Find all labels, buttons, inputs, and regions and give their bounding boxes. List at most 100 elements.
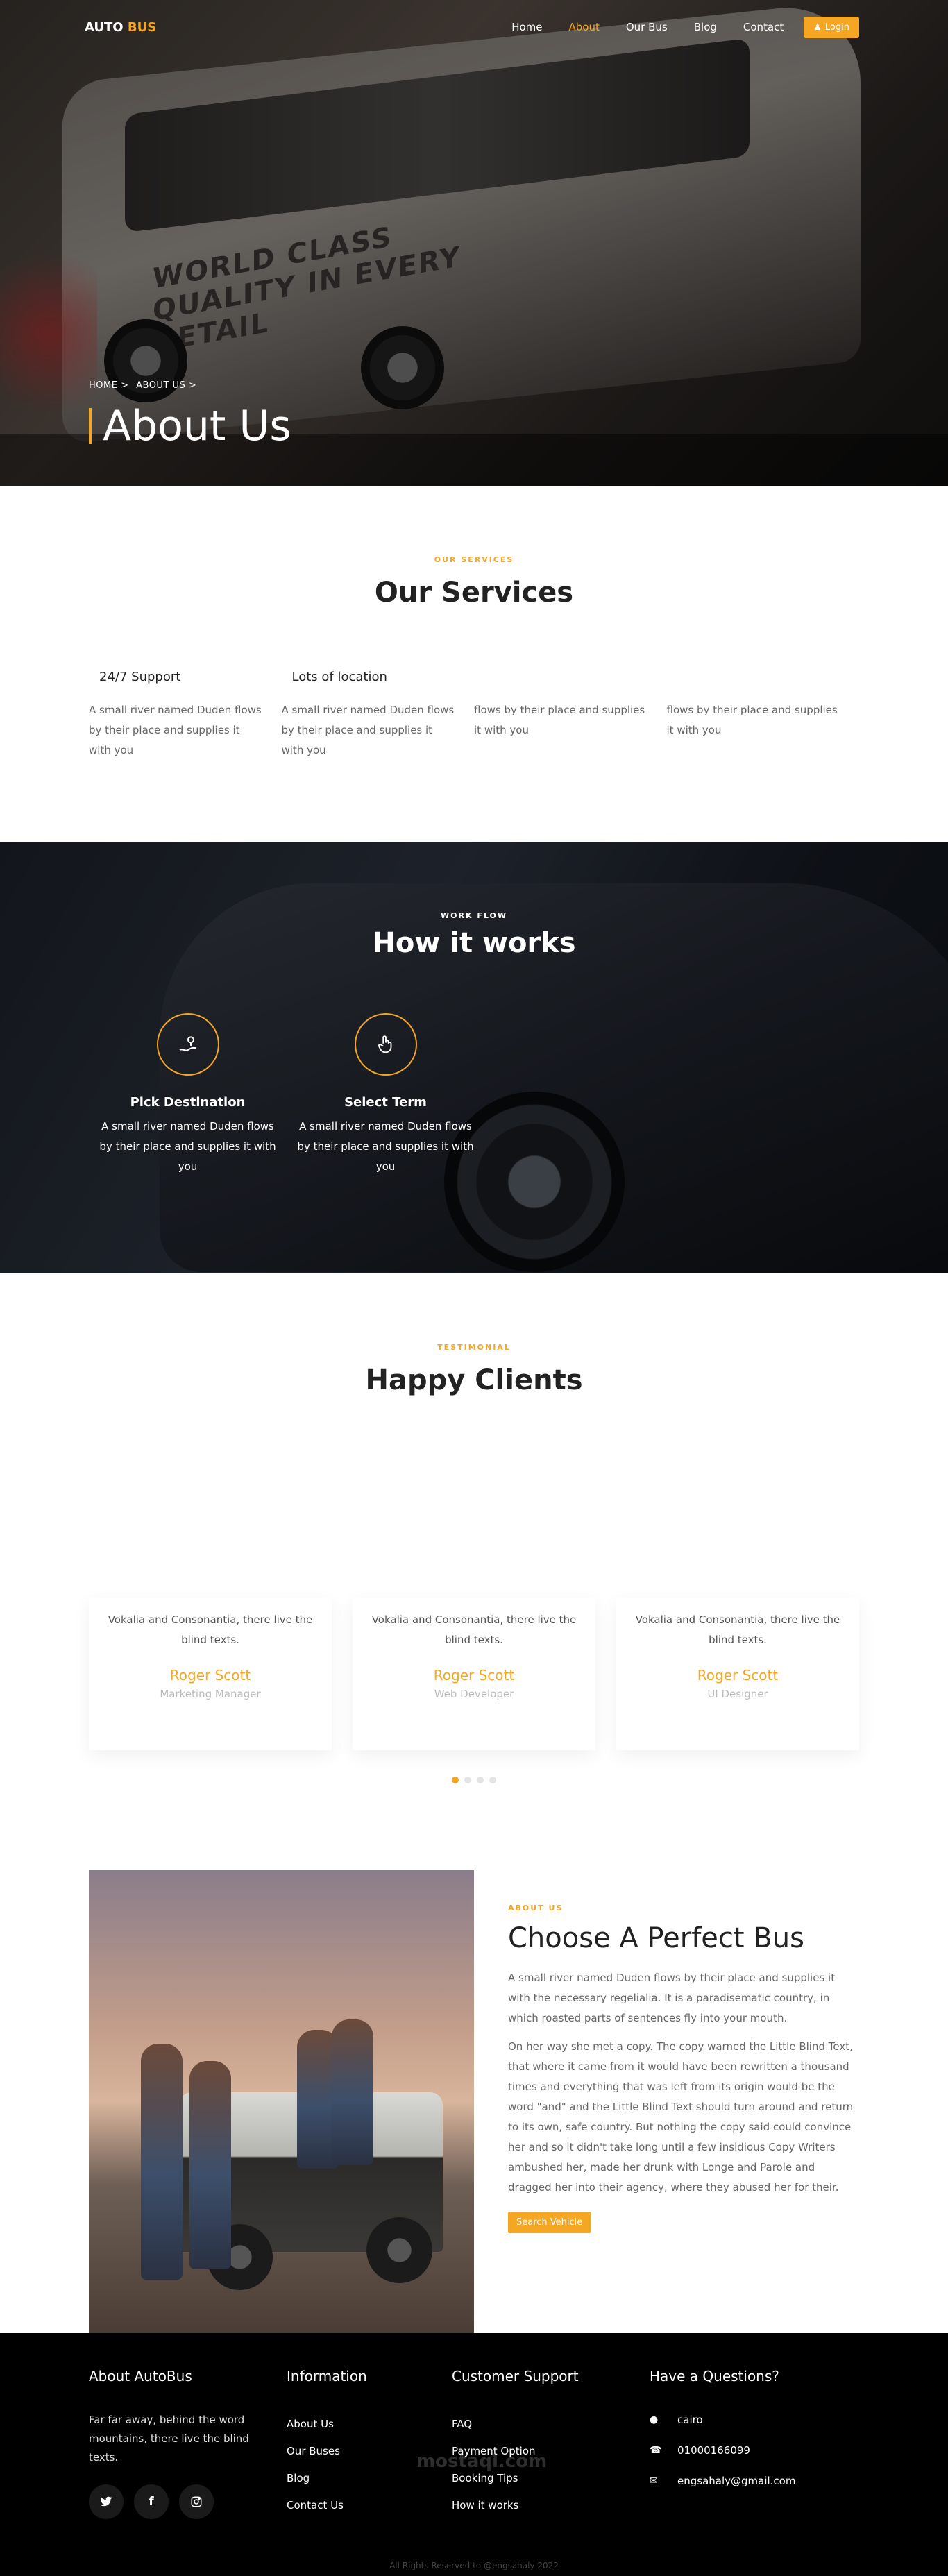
twitter-icon[interactable] xyxy=(89,2484,124,2519)
service-text: flows by their place and supplies it wit… xyxy=(666,704,838,736)
step-text: A small river named Duden flows by their… xyxy=(297,1120,474,1173)
nav-contact[interactable]: Contact xyxy=(730,21,797,33)
step-item: Pick Destination A small river named Dud… xyxy=(89,1013,287,1177)
footer-email[interactable]: ✉ engsahaly@gmail.com xyxy=(650,2475,847,2487)
about-paragraph: A small river named Duden flows by their… xyxy=(508,1972,836,2024)
testimonial-name: Roger Scott xyxy=(433,1667,515,1684)
footer-link-blog[interactable]: Blog xyxy=(287,2472,452,2484)
footer-phone[interactable]: ☎ 01000166099 xyxy=(650,2444,847,2457)
jeep-tire xyxy=(366,2217,432,2283)
service-title xyxy=(667,670,843,690)
works-heading: How it works xyxy=(372,927,576,959)
social-links: f xyxy=(89,2484,287,2519)
footer: About AutoBus Far far away, behind the w… xyxy=(0,2333,948,2576)
hand-pointer-icon xyxy=(354,1013,417,1076)
works-subheading: WORK FLOW xyxy=(441,911,507,920)
service-title: Lots of location xyxy=(291,670,387,684)
testimonial-role: Marketing Manager xyxy=(160,1688,261,1700)
hero-text: HOME > ABOUT US > About Us xyxy=(89,380,291,450)
carousel-dot[interactable] xyxy=(489,1777,496,1783)
testimonial-card: Vokalia and Consonantia, there live the … xyxy=(616,1598,859,1750)
footer-link-how[interactable]: How it works xyxy=(452,2499,650,2511)
testimonial-name: Roger Scott xyxy=(169,1667,251,1684)
service-item: flows by their place and supplies it wit… xyxy=(667,670,860,761)
user-icon: ♟ xyxy=(813,22,822,33)
footer-about: About AutoBus Far far away, behind the w… xyxy=(89,2368,287,2526)
login-label: Login xyxy=(824,22,849,33)
main-menu: Home About Our Bus Blog Contact ♟ Login xyxy=(498,16,859,38)
nav-home[interactable]: Home xyxy=(498,21,555,33)
hero-section: WORLD CLASS QUALITY IN EVERY DETAIL AUTO… xyxy=(0,0,948,486)
footer-about-text: Far far away, behind the word mountains,… xyxy=(89,2414,249,2464)
testimonial-text: Vokalia and Consonantia, there live the … xyxy=(635,1613,840,1646)
step-title: Select Term xyxy=(344,1095,427,1110)
service-item: Lots of location A small river named Dud… xyxy=(282,670,475,761)
testimonials-section: TESTIMONIAL Happy Clients Vokalia and Co… xyxy=(0,1273,948,1832)
service-text: flows by their place and supplies it wit… xyxy=(474,704,645,736)
services-subheading: OUR SERVICES xyxy=(434,555,514,564)
about-paragraph: On her way she met a copy. The copy warn… xyxy=(508,2040,854,2194)
service-text: A small river named Duden flows by their… xyxy=(89,704,262,756)
service-item: flows by their place and supplies it wit… xyxy=(474,670,667,761)
footer-link-contact[interactable]: Contact Us xyxy=(287,2499,452,2511)
instagram-icon[interactable] xyxy=(179,2484,214,2519)
footer-address: ● cairo xyxy=(650,2414,847,2426)
footer-contact-title: Have a Questions? xyxy=(650,2368,779,2384)
logo-main: AUTO xyxy=(85,19,124,35)
footer-link-booking[interactable]: Booking Tips xyxy=(452,2472,650,2484)
person-figure xyxy=(141,2044,183,2280)
testimonial-text: Vokalia and Consonantia, there live the … xyxy=(108,1613,313,1646)
title-accent-bar xyxy=(89,408,92,444)
footer-support-title: Customer Support xyxy=(452,2368,579,2384)
nav-our-bus[interactable]: Our Bus xyxy=(613,21,681,33)
how-it-works-section: WORK FLOW How it works Pick Destination … xyxy=(0,842,948,1273)
copyright: All Rights Reserved to @engsahaly 2022 xyxy=(389,2561,559,2570)
testimonials-heading: Happy Clients xyxy=(365,1364,583,1396)
carousel-dot[interactable] xyxy=(452,1777,459,1783)
nav-about[interactable]: About xyxy=(556,21,613,33)
testimonial-text: Vokalia and Consonantia, there live the … xyxy=(371,1613,577,1646)
service-text: A small river named Duden flows by their… xyxy=(281,704,455,756)
services-section: OUR SERVICES Our Services 24/7 Support A… xyxy=(0,486,948,842)
nav-blog[interactable]: Blog xyxy=(681,21,730,33)
address-text: cairo xyxy=(677,2414,703,2426)
about-heading: Choose A Perfect Bus xyxy=(508,1922,804,1954)
step-text: A small river named Duden flows by their… xyxy=(99,1120,276,1173)
testimonial-role: UI Designer xyxy=(707,1688,768,1700)
map-pin-icon xyxy=(156,1013,219,1076)
footer-link-faq[interactable]: FAQ xyxy=(452,2418,650,2430)
phone-icon: ☎ xyxy=(650,2445,662,2456)
friends-jeep-image xyxy=(89,1870,474,2333)
footer-link-about[interactable]: About Us xyxy=(287,2418,452,2430)
envelope-icon: ✉ xyxy=(650,2475,658,2486)
person-figure xyxy=(332,2019,373,2165)
breadcrumb-home[interactable]: HOME > xyxy=(89,380,128,391)
service-title: 24/7 Support xyxy=(99,670,181,684)
person-figure xyxy=(189,2061,231,2269)
service-title xyxy=(474,670,650,690)
breadcrumb: HOME > ABOUT US > xyxy=(89,380,291,391)
about-subheading: ABOUT US xyxy=(508,1904,564,1913)
email-text: engsahaly@gmail.com xyxy=(677,2475,796,2487)
services-grid: 24/7 Support A small river named Duden f… xyxy=(89,670,859,761)
carousel-dot[interactable] xyxy=(477,1777,484,1783)
service-item: 24/7 Support A small river named Duden f… xyxy=(89,670,282,761)
step-item: Select Term A small river named Duden fl… xyxy=(287,1013,484,1177)
testimonial-carousel[interactable]: Vokalia and Consonantia, there live the … xyxy=(89,1598,859,1750)
testimonial-role: Web Developer xyxy=(434,1688,514,1700)
watermark: mostaql.com xyxy=(416,2451,548,2472)
location-icon: ● xyxy=(650,2414,659,2425)
logo-accent: BUS xyxy=(127,19,157,35)
search-vehicle-button[interactable]: Search Vehicle xyxy=(508,2212,591,2233)
login-button[interactable]: ♟ Login xyxy=(804,16,859,38)
logo[interactable]: AUTO BUS xyxy=(85,20,156,35)
footer-contact: Have a Questions? ● cairo ☎ 01000166099 … xyxy=(650,2368,847,2526)
page-title: About Us xyxy=(103,402,291,450)
footer-support: Customer Support FAQ Payment Option Book… xyxy=(452,2368,650,2526)
hero-title-wrap: About Us xyxy=(89,402,291,450)
testimonial-card: Vokalia and Consonantia, there live the … xyxy=(89,1598,332,1750)
about-content: ABOUT US Choose A Perfect Bus A small ri… xyxy=(474,1870,859,2333)
carousel-dot[interactable] xyxy=(464,1777,471,1783)
facebook-icon[interactable]: f xyxy=(134,2484,169,2519)
footer-about-title: About AutoBus xyxy=(89,2368,192,2384)
